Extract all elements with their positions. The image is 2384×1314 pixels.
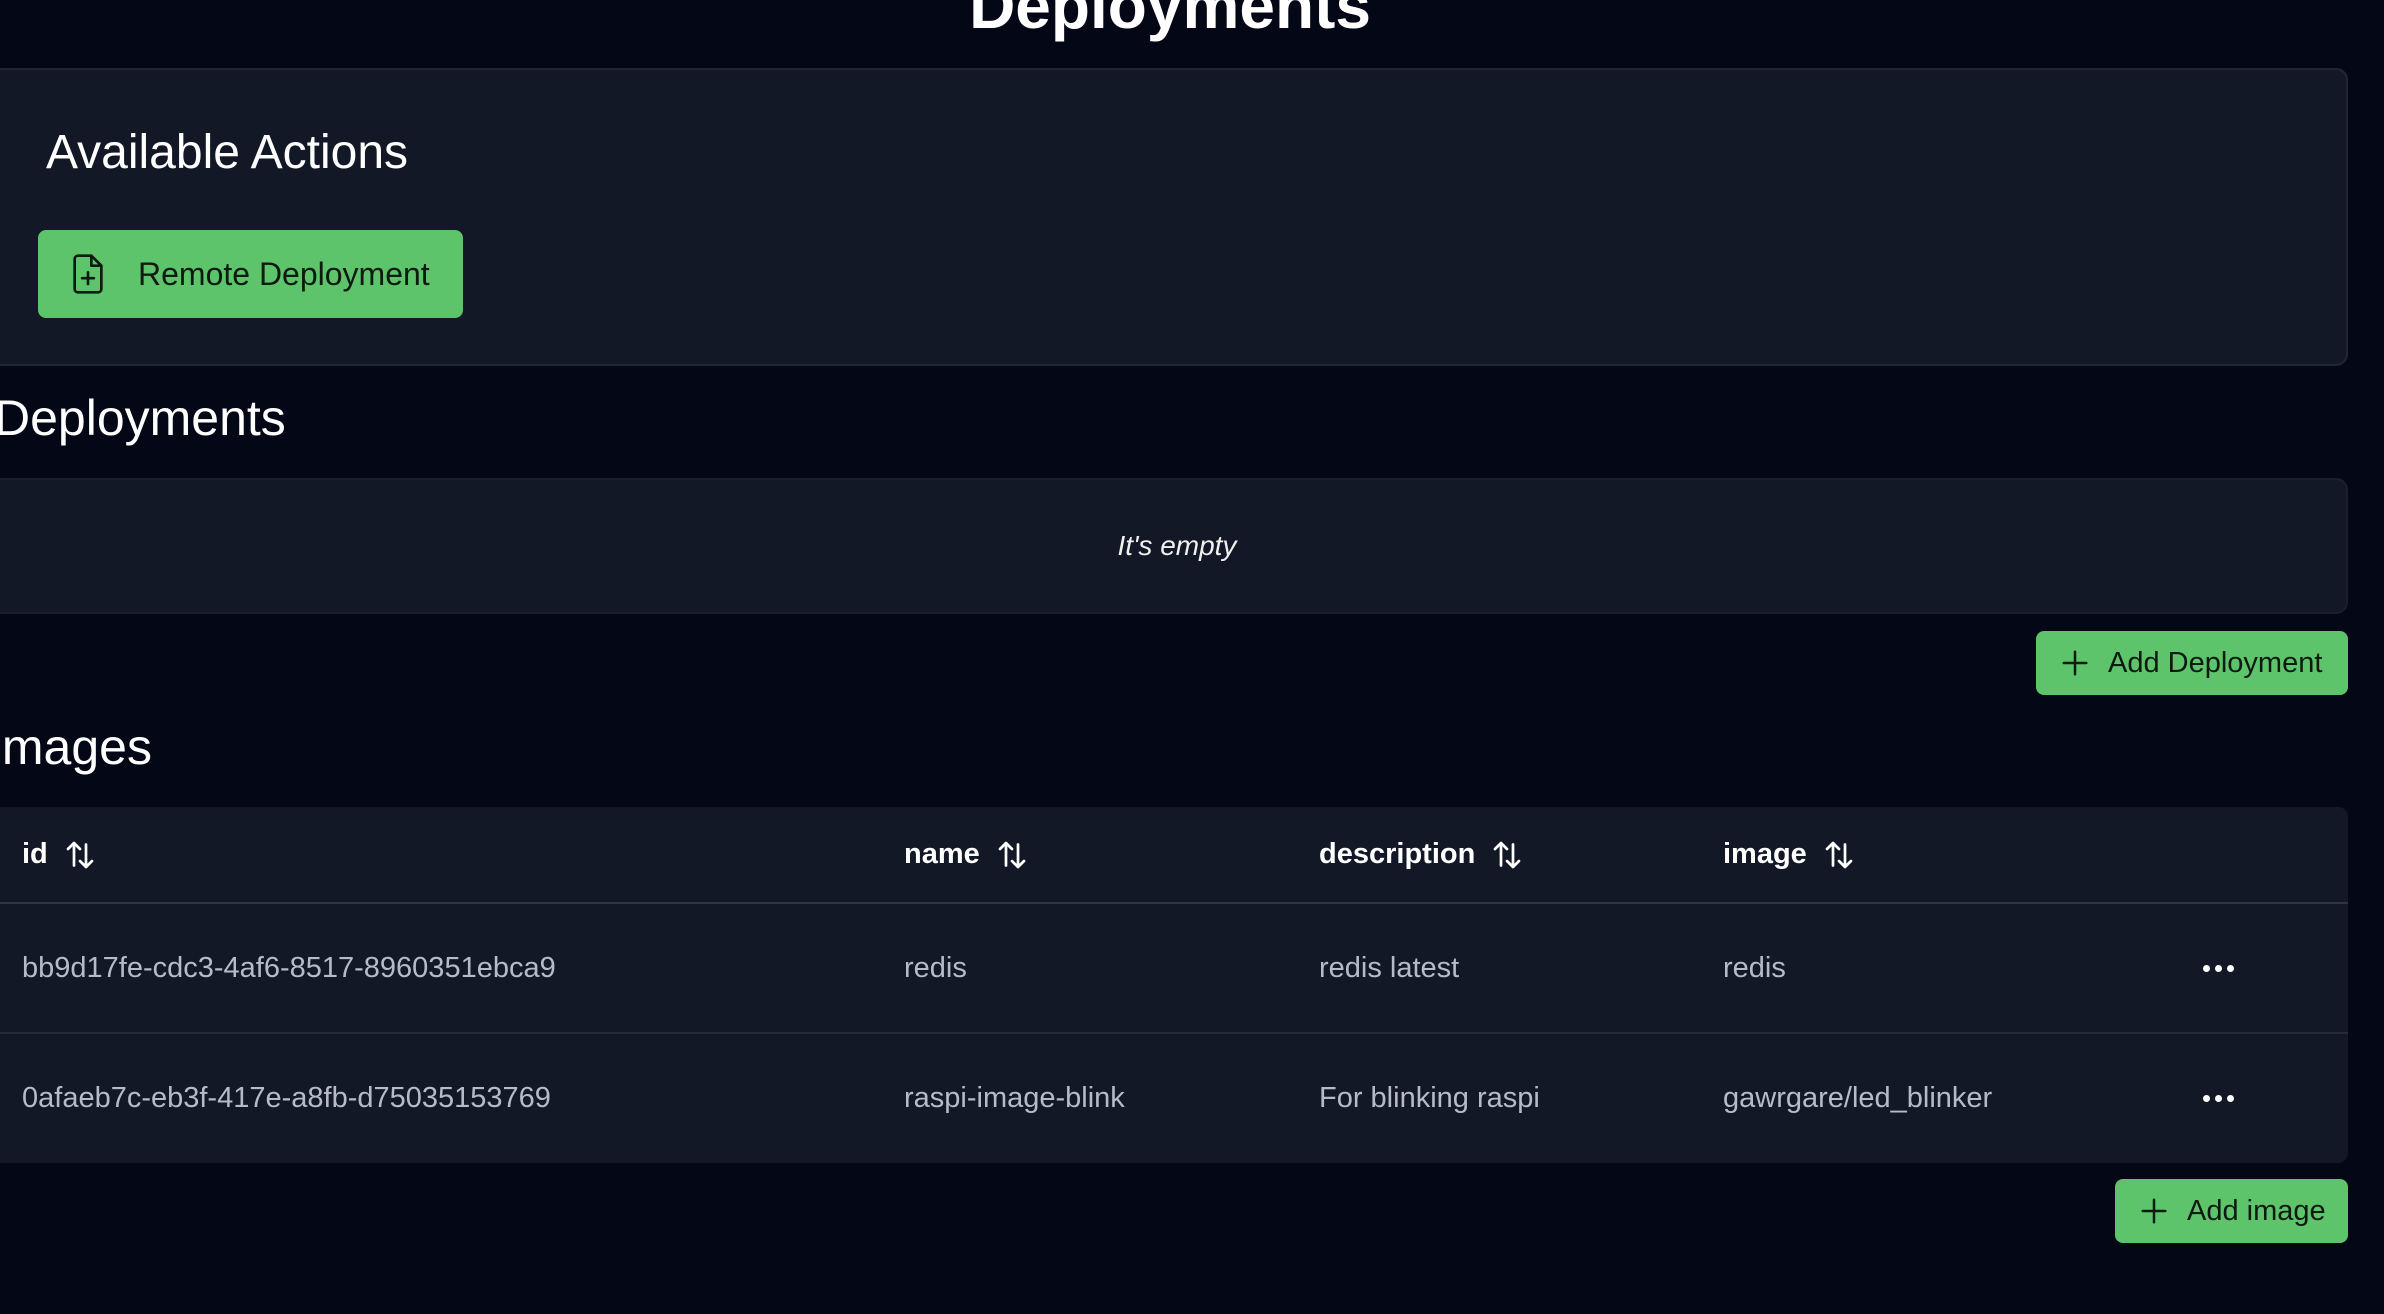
cell-description: redis latest xyxy=(1319,951,1460,984)
cell-image: redis xyxy=(1723,951,1786,984)
row-menu-button[interactable] xyxy=(2192,904,2244,1032)
column-label: id xyxy=(22,838,48,870)
sort-arrows-icon[interactable] xyxy=(62,837,98,873)
file-plus-icon xyxy=(68,252,108,296)
column-header-description[interactable]: description xyxy=(1319,807,1525,902)
cell-image: gawrgare/led_blinker xyxy=(1723,1081,1993,1114)
add-image-button[interactable]: Add image xyxy=(2115,1179,2348,1243)
images-table: id name description image bb9d17fe-cdc3-… xyxy=(0,807,2348,1163)
table-row: bb9d17fe-cdc3-4af6-8517-8960351ebca9 red… xyxy=(0,904,2348,1034)
column-header-id[interactable]: id xyxy=(22,807,98,902)
column-label: image xyxy=(1723,838,1807,870)
cell-name: redis xyxy=(904,951,967,984)
add-image-label: Add image xyxy=(2187,1194,2326,1227)
cell-description: For blinking raspi xyxy=(1319,1081,1540,1114)
sort-arrows-icon[interactable] xyxy=(1821,837,1857,873)
add-deployment-label: Add Deployment xyxy=(2108,646,2323,679)
more-horizontal-icon xyxy=(2202,1094,2234,1102)
remote-deployment-button[interactable]: Remote Deployment xyxy=(38,230,463,318)
cell-id: 0afaeb7c-eb3f-417e-a8fb-d75035153769 xyxy=(22,1081,551,1114)
more-horizontal-icon xyxy=(2202,964,2234,972)
page-title: Deployments xyxy=(969,0,1371,42)
column-header-name[interactable]: name xyxy=(904,807,1030,902)
plus-icon xyxy=(2139,1196,2169,1226)
sort-arrows-icon[interactable] xyxy=(1489,837,1525,873)
images-section-title: Images xyxy=(0,719,152,775)
column-label: name xyxy=(904,838,980,870)
row-menu-button[interactable] xyxy=(2192,1034,2244,1162)
sort-arrows-icon[interactable] xyxy=(994,837,1030,873)
cell-id: bb9d17fe-cdc3-4af6-8517-8960351ebca9 xyxy=(22,951,556,984)
empty-state-text: It's empty xyxy=(1117,530,1237,561)
add-deployment-button[interactable]: Add Deployment xyxy=(2036,631,2348,695)
deployments-section-title: Deployments xyxy=(0,390,286,446)
plus-icon xyxy=(2060,648,2090,678)
remote-deployment-label: Remote Deployment xyxy=(138,255,430,292)
cell-name: raspi-image-blink xyxy=(904,1081,1125,1114)
available-actions-title: Available Actions xyxy=(46,126,409,179)
deployments-empty-state: It's empty xyxy=(0,478,2348,614)
table-header: id name description image xyxy=(0,807,2348,904)
column-header-image[interactable]: image xyxy=(1723,807,1857,902)
column-label: description xyxy=(1319,838,1476,870)
available-actions-card xyxy=(0,68,2348,366)
page: Deployments Available Actions Remote Dep… xyxy=(0,0,2384,1314)
table-row: 0afaeb7c-eb3f-417e-a8fb-d75035153769 ras… xyxy=(0,1034,2348,1163)
